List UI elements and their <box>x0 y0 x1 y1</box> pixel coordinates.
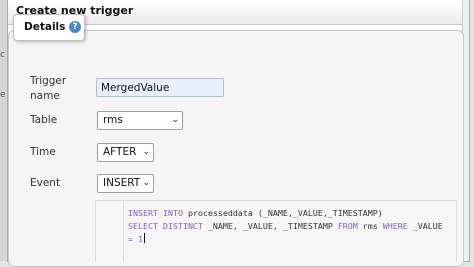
table-select-value: rms <box>103 114 123 126</box>
time-select[interactable]: AFTER ⌄ <box>97 143 154 162</box>
editor-text[interactable]: INSERT INTO processeddata (_NAME,_VALUE,… <box>128 207 452 246</box>
background-glyph: c <box>0 50 5 60</box>
event-select[interactable]: INSERT ⌄ <box>97 174 154 193</box>
code-text: _NAME, _VALUE, _TIMESTAMP <box>202 221 338 231</box>
code-keyword: FROM <box>337 221 358 231</box>
code-keyword: SELECT DISTINCT <box>128 221 203 231</box>
event-select-value: INSERT <box>103 177 141 189</box>
table-select[interactable]: rms ⌄ <box>97 111 183 130</box>
time-label: Time <box>30 146 56 158</box>
code-line: SELECT DISTINCT _NAME, _VALUE, _TIMESTAM… <box>128 220 452 233</box>
code-text: rms <box>357 221 383 231</box>
definition-code-editor[interactable]: INSERT INTO processeddata (_NAME,_VALUE,… <box>95 200 457 262</box>
code-text: = 1 <box>128 234 143 244</box>
code-text: _VALUE <box>407 221 443 231</box>
details-legend-label: Details <box>24 21 66 33</box>
background-glyph: e <box>0 90 6 100</box>
editor-gutter <box>96 201 124 262</box>
text-cursor <box>144 233 145 243</box>
code-keyword: WHERE <box>382 221 408 231</box>
code-text: processeddata (_NAME,_VALUE,_TIMESTAMP) <box>182 208 383 218</box>
trigger-name-input[interactable]: MergedValue <box>96 78 224 97</box>
chevron-down-icon: ⌄ <box>142 147 150 157</box>
code-keyword: INSERT INTO <box>128 208 183 218</box>
help-icon[interactable]: ? <box>69 21 81 33</box>
code-line: = 1 <box>128 233 452 246</box>
chevron-down-icon: ⌄ <box>142 178 150 188</box>
event-label: Event <box>30 177 61 189</box>
table-label: Table <box>30 114 58 126</box>
code-line: INSERT INTO processeddata (_NAME,_VALUE,… <box>128 207 452 220</box>
time-select-value: AFTER <box>103 146 137 158</box>
details-legend: Details ? <box>13 14 85 41</box>
chevron-down-icon: ⌄ <box>171 115 179 125</box>
trigger-name-label: Trigger name <box>30 75 67 102</box>
